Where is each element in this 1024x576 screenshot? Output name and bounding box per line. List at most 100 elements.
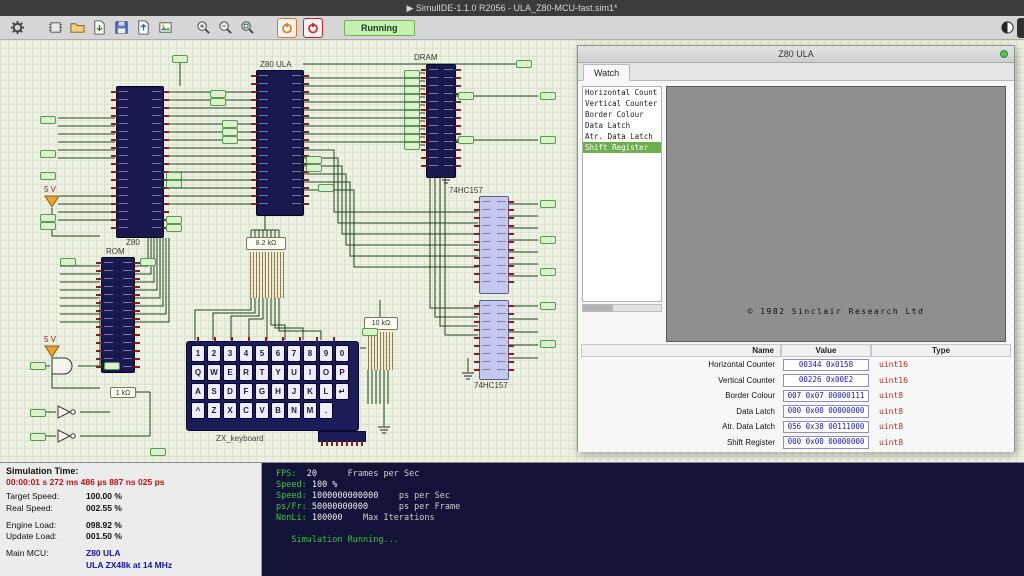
key-8[interactable]: 8 (303, 345, 317, 362)
net-label[interactable] (140, 258, 156, 266)
net-label[interactable] (222, 136, 238, 144)
net-label[interactable] (40, 222, 56, 230)
zoom-out-icon[interactable] (215, 18, 235, 38)
net-label[interactable] (540, 92, 556, 100)
net-label[interactable] (362, 328, 378, 336)
resistor-8k2[interactable]: 8.2 kΩ (246, 237, 286, 250)
header-value[interactable]: Value (781, 344, 871, 357)
net-label[interactable] (166, 216, 182, 224)
net-label[interactable] (404, 70, 420, 78)
net-label[interactable] (404, 78, 420, 86)
key-7[interactable]: 7 (287, 345, 301, 362)
key-A[interactable]: A (191, 383, 205, 400)
key-I[interactable]: I (303, 364, 317, 381)
net-label[interactable] (40, 214, 56, 222)
save-file-icon[interactable] (111, 18, 131, 38)
watch-item[interactable]: Shift Register (583, 142, 661, 153)
watch-item[interactable]: Horizontal Count (583, 87, 661, 98)
key-P[interactable]: P (335, 364, 349, 381)
net-label[interactable] (172, 55, 188, 63)
net-label[interactable] (404, 86, 420, 94)
net-label[interactable] (318, 184, 334, 192)
net-label[interactable] (210, 98, 226, 106)
key-6[interactable]: 6 (271, 345, 285, 362)
keyboard-connector[interactable] (318, 431, 366, 442)
key-9[interactable]: 9 (319, 345, 333, 362)
watch-list-scrollbar[interactable] (582, 304, 662, 312)
ground-icon[interactable] (377, 426, 391, 436)
key-T[interactable]: T (255, 364, 269, 381)
save-as-icon[interactable] (133, 18, 153, 38)
net-label[interactable] (404, 126, 420, 134)
rom-chip[interactable] (101, 257, 135, 373)
net-label[interactable] (540, 268, 556, 276)
hc157-bottom-chip[interactable] (479, 300, 509, 380)
net-label[interactable] (458, 92, 474, 100)
header-type[interactable]: Type (871, 344, 1011, 357)
key-↵[interactable]: ↵ (335, 383, 349, 400)
zx-keyboard[interactable]: 1234567890QWERTYUIOPASDFGHJKL↵^ZXCVBNM. (186, 341, 359, 431)
hc157-top-chip[interactable] (479, 196, 509, 294)
header-name[interactable]: Name (581, 344, 781, 357)
contrast-toggle-icon[interactable] (997, 18, 1017, 38)
net-label[interactable] (540, 302, 556, 310)
power-indicator-icon[interactable] (1000, 50, 1008, 58)
key-3[interactable]: 3 (223, 345, 237, 362)
key-R[interactable]: R (239, 364, 253, 381)
z80-ula-chip[interactable] (256, 70, 304, 216)
net-label[interactable] (222, 120, 238, 128)
net-label[interactable] (40, 172, 56, 180)
net-label[interactable] (40, 116, 56, 124)
power-on-button[interactable] (277, 18, 297, 38)
key-0[interactable]: 0 (335, 345, 349, 362)
key-J[interactable]: J (287, 383, 301, 400)
key-D[interactable]: D (223, 383, 237, 400)
register-value[interactable]: 056 0x38 00111000 (783, 421, 869, 434)
key-^[interactable]: ^ (191, 402, 205, 419)
watch-item[interactable]: Vertical Counter (583, 98, 661, 109)
key-F[interactable]: F (239, 383, 253, 400)
net-label[interactable] (404, 110, 420, 118)
key-H[interactable]: H (271, 383, 285, 400)
net-label[interactable] (30, 433, 46, 441)
resistor-network-2[interactable] (366, 332, 394, 370)
key-M[interactable]: M (303, 402, 317, 419)
key-N[interactable]: N (287, 402, 301, 419)
net-label[interactable] (166, 180, 182, 188)
watch-item[interactable]: Atr. Data Latch (583, 131, 661, 142)
register-value[interactable]: 000 0x00 00000000 (783, 405, 869, 418)
register-value[interactable]: 00344 0x0158 (783, 359, 869, 372)
key-C[interactable]: C (239, 402, 253, 419)
key-K[interactable]: K (303, 383, 317, 400)
register-value[interactable]: 00226 0x00E2 (783, 374, 869, 387)
key-.[interactable]: . (319, 402, 333, 419)
key-U[interactable]: U (287, 364, 301, 381)
net-label[interactable] (404, 94, 420, 102)
scrollbar-thumb[interactable] (583, 305, 613, 311)
zoom-fit-icon[interactable] (237, 18, 257, 38)
import-icon[interactable] (89, 18, 109, 38)
inverter-gate-icon[interactable] (56, 404, 80, 420)
net-label[interactable] (404, 142, 420, 150)
power-off-button[interactable] (303, 18, 323, 38)
net-label[interactable] (306, 164, 322, 172)
key-S[interactable]: S (207, 383, 221, 400)
watch-window-titlebar[interactable]: Z80 ULA (578, 46, 1014, 63)
watch-item[interactable]: Border Colour (583, 109, 661, 120)
key-Q[interactable]: Q (191, 364, 205, 381)
key-G[interactable]: G (255, 383, 269, 400)
new-circuit-icon[interactable] (45, 18, 65, 38)
net-label[interactable] (306, 156, 322, 164)
net-label[interactable] (540, 236, 556, 244)
key-V[interactable]: V (255, 402, 269, 419)
net-label[interactable] (60, 258, 76, 266)
and-gate-icon[interactable] (50, 356, 78, 376)
tab-watch[interactable]: Watch (583, 64, 630, 81)
watch-register-list[interactable]: Horizontal CountVertical CounterBorder C… (582, 86, 662, 302)
ground-icon[interactable] (439, 176, 453, 186)
key-W[interactable]: W (207, 364, 221, 381)
net-label[interactable] (30, 362, 46, 370)
ground-icon[interactable] (461, 372, 475, 382)
net-label[interactable] (540, 200, 556, 208)
panel-edge-handle[interactable] (1017, 18, 1024, 38)
